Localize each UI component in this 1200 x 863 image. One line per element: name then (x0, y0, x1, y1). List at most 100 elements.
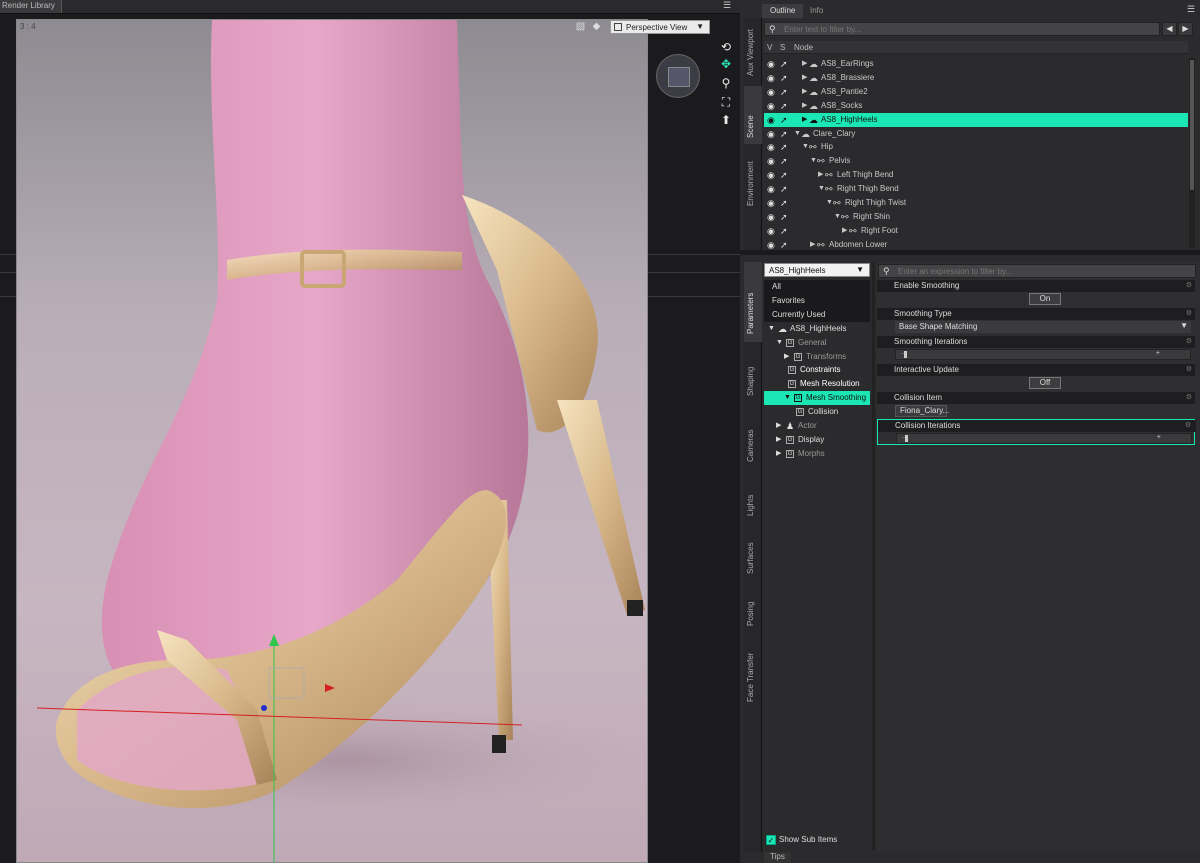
parameter-filter-field[interactable]: ⚲ (878, 264, 1200, 278)
scene-filter-input[interactable] (782, 23, 1142, 35)
expand-icon[interactable]: ▶ (784, 350, 789, 364)
expand-icon[interactable]: ▶ (802, 99, 807, 113)
tab-face-transfer[interactable]: Face Transfer (744, 628, 762, 708)
parameter-filter-input[interactable] (896, 265, 1200, 277)
column-selectable[interactable]: S (780, 43, 785, 52)
expand-icon[interactable]: ▶ (802, 71, 807, 85)
pointer-icon[interactable]: ➚ (780, 196, 788, 210)
parameter-tree-item[interactable]: ▼ ☁ AS8_HighHeels (764, 322, 870, 336)
pane-splitter[interactable] (740, 250, 1200, 255)
expand-icon[interactable]: ▶ (776, 433, 781, 447)
scene-tree-row[interactable]: ◉ ➚ ▶ ⚯ Left Thigh Bend (764, 168, 1188, 182)
smoothing-type-dropdown[interactable]: Base Shape Matching ▼ (895, 321, 1191, 333)
render-library-tab[interactable]: Render Library (0, 0, 62, 13)
tab-tips[interactable]: Tips (764, 852, 791, 863)
pointer-icon[interactable]: ➚ (780, 113, 788, 127)
scene-tree-row[interactable]: ◉ ➚ ▶ ⚯ Right Foot (764, 224, 1188, 238)
tab-environment[interactable]: Environment (744, 148, 762, 208)
tab-scene[interactable]: Scene (744, 86, 762, 144)
gear-icon[interactable]: ⚙ (1186, 309, 1192, 317)
collision-iterations-slider[interactable]: – + (896, 433, 1192, 444)
collapse-icon[interactable]: ▼ (818, 182, 825, 196)
3d-viewport[interactable] (16, 19, 648, 863)
collapse-icon[interactable]: ▼ (784, 391, 791, 405)
expand-icon[interactable]: ▶ (802, 113, 807, 127)
back-button[interactable]: ◀ (1162, 22, 1177, 36)
eye-icon[interactable]: ◉ (767, 140, 775, 154)
pointer-icon[interactable]: ➚ (780, 224, 788, 238)
eye-icon[interactable]: ◉ (767, 85, 775, 99)
collapse-icon[interactable]: ▼ (826, 196, 833, 210)
frame-icon[interactable]: ⛶ (718, 94, 734, 110)
scene-tree-row[interactable]: ◉ ➚ ▼ ⚯ Hip (764, 140, 1188, 154)
tab-lights[interactable]: Lights (744, 472, 762, 522)
gear-icon[interactable]: ⚙ (1186, 281, 1192, 289)
slider-knob[interactable] (904, 351, 907, 358)
expand-icon[interactable]: ▶ (802, 85, 807, 99)
scene-tree-row[interactable]: ◉ ➚ ▼ ☁ Clare_Clary (764, 127, 1188, 141)
smoothing-iterations-slider[interactable]: – + (895, 349, 1191, 360)
scene-tree-row[interactable]: ◉ ➚ ▶ ☁ AS8_Pantie2 (764, 85, 1188, 99)
pointer-icon[interactable]: ➚ (780, 99, 788, 113)
column-visible[interactable]: V (767, 43, 772, 52)
eye-icon[interactable]: ◉ (767, 154, 775, 168)
eye-icon[interactable]: ◉ (767, 182, 775, 196)
pointer-icon[interactable]: ➚ (780, 71, 788, 85)
tab-outline[interactable]: Outline (762, 4, 804, 18)
parameter-tree-item[interactable]: G Constraints (764, 363, 870, 377)
parameter-tree-item[interactable]: ▼ G Mesh Smoothing (764, 391, 870, 406)
tab-shaping[interactable]: Shaping (744, 346, 762, 400)
menu-icon[interactable]: ☰ (723, 0, 735, 14)
column-node[interactable]: Node (794, 43, 813, 52)
scene-scrollbar[interactable] (1189, 58, 1195, 248)
parameter-tree-item[interactable]: G Collision (764, 405, 870, 419)
parameter-tree-item[interactable]: ▶ G Morphs (764, 447, 870, 461)
scrollbar-thumb[interactable] (1190, 60, 1194, 190)
eye-icon[interactable]: ◉ (767, 168, 775, 182)
eye-icon[interactable]: ◉ (767, 99, 775, 113)
pointer-icon[interactable]: ➚ (780, 85, 788, 99)
scene-tree-row[interactable]: ◉ ➚ ▶ ☁ AS8_HighHeels (764, 112, 1188, 127)
slider-plus-icon[interactable]: + (1157, 434, 1161, 441)
parameter-tree-item[interactable]: ▶ G Transforms (764, 350, 870, 364)
pointer-icon[interactable]: ➚ (780, 127, 788, 141)
parameter-tree-item[interactable]: All (764, 280, 870, 294)
scene-tree-row[interactable]: ◉ ➚ ▶ ☁ AS8_Socks (764, 99, 1188, 113)
collapse-icon[interactable]: ▼ (776, 336, 783, 350)
gear-icon[interactable]: ⚙ (1185, 421, 1191, 429)
lighting-icon[interactable]: ◆ (590, 20, 603, 33)
render-preview-icon[interactable]: ▧ (574, 20, 587, 33)
eye-icon[interactable]: ◉ (767, 127, 775, 141)
expand-icon[interactable]: ▶ (802, 57, 807, 71)
tab-info[interactable]: Info (802, 4, 831, 18)
zoom-icon[interactable]: ⚲ (718, 75, 734, 91)
eye-icon[interactable]: ◉ (767, 196, 775, 210)
slider-plus-icon[interactable]: + (1156, 350, 1160, 357)
scene-tree-row[interactable]: ◉ ➚ ▼ ⚯ Right Thigh Bend (764, 182, 1188, 196)
tree-divider[interactable] (872, 262, 875, 850)
eye-icon[interactable]: ◉ (767, 210, 775, 224)
parameter-tree-item[interactable]: Currently Used (764, 307, 870, 322)
pointer-icon[interactable]: ➚ (780, 210, 788, 224)
eye-icon[interactable]: ◉ (767, 71, 775, 85)
view-menu[interactable]: Perspective View ▼ (610, 20, 710, 34)
collapse-icon[interactable]: ▼ (834, 210, 841, 224)
pan-move-icon[interactable]: ✥ (718, 56, 734, 72)
eye-icon[interactable]: ◉ (767, 224, 775, 238)
eye-icon[interactable]: ◉ (767, 57, 775, 71)
interactive-update-toggle[interactable]: Off (1029, 377, 1061, 389)
gear-icon[interactable]: ⚙ (1186, 365, 1192, 373)
scene-tree-row[interactable]: ◉ ➚ ▼ ⚯ Pelvis (764, 154, 1188, 168)
expand-icon[interactable]: ▶ (818, 168, 823, 182)
parameter-tree-item[interactable]: G Mesh Resolution (764, 377, 870, 391)
pointer-icon[interactable]: ➚ (780, 140, 788, 154)
tab-parameters[interactable]: Parameters (744, 262, 762, 342)
eye-icon[interactable]: ◉ (767, 113, 775, 127)
parameter-tree-item[interactable]: ▼ G General (764, 336, 870, 350)
collapse-icon[interactable]: ▼ (794, 127, 801, 141)
scene-tree-row[interactable]: ◉ ➚ ▶ ☁ AS8_Brassiere (764, 71, 1188, 85)
parameter-tree-item[interactable]: ▶ G Display (764, 433, 870, 447)
pointer-icon[interactable]: ➚ (780, 168, 788, 182)
scene-tree-row[interactable]: ◉ ➚ ▼ ⚯ Right Thigh Twist (764, 196, 1188, 210)
reset-view-icon[interactable]: ⬆ (718, 112, 734, 128)
